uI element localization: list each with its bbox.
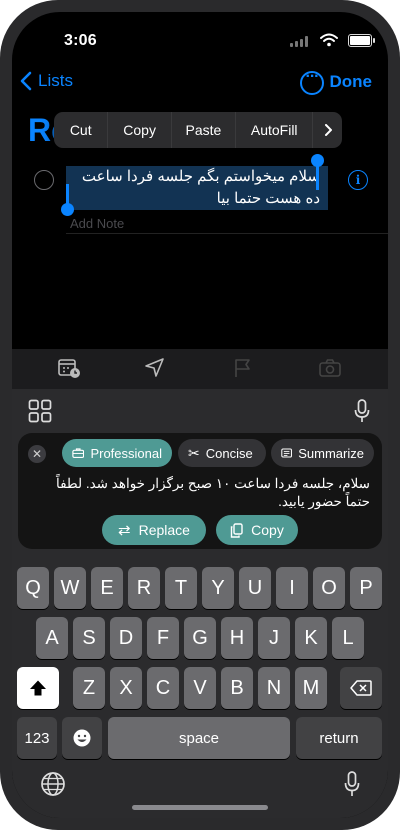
key-f[interactable]: F: [147, 617, 179, 659]
shift-icon: [30, 680, 46, 696]
keyboard: ✕ Professional ✂ Concise Summarize سلام،…: [12, 389, 388, 818]
tone-chip-concise[interactable]: ✂ Concise: [178, 439, 266, 467]
location-arrow-icon[interactable]: [143, 357, 167, 379]
back-label: Lists: [38, 71, 73, 90]
key-p[interactable]: P: [350, 567, 382, 609]
menu-next-button[interactable]: [313, 112, 342, 148]
microphone-icon[interactable]: [354, 399, 370, 423]
chevron-right-icon: [324, 124, 332, 136]
screen: 3:06 Lists Done Re Cut Copy Paste AutoFi…: [12, 12, 388, 818]
key-o[interactable]: O: [313, 567, 345, 609]
chevron-left-icon: [20, 71, 32, 91]
key-k[interactable]: K: [295, 617, 327, 659]
key-y[interactable]: Y: [202, 567, 234, 609]
dictation-mic-icon[interactable]: [344, 771, 360, 797]
key-w[interactable]: W: [54, 567, 86, 609]
key-x[interactable]: X: [110, 667, 142, 709]
key-t[interactable]: T: [165, 567, 197, 609]
wifi-icon: [320, 33, 338, 47]
completion-circle[interactable]: [34, 170, 54, 190]
copy-icon: [230, 522, 243, 538]
rewrite-result-text: سلام، جلسه فردا ساعت ۱۰ صبح برگزار خواهد…: [55, 476, 370, 509]
info-icon[interactable]: i: [348, 170, 368, 190]
done-button[interactable]: Done: [330, 72, 373, 92]
writing-tools-panel: ✕ Professional ✂ Concise Summarize سلام،…: [18, 433, 382, 549]
space-key[interactable]: space: [108, 717, 290, 759]
key-n[interactable]: N: [258, 667, 290, 709]
key-c[interactable]: C: [147, 667, 179, 709]
menu-item-paste[interactable]: Paste: [172, 112, 237, 148]
key-g[interactable]: G: [184, 617, 216, 659]
close-icon[interactable]: ✕: [28, 445, 46, 463]
calendar-clock-icon[interactable]: [57, 357, 81, 379]
tone-chip-professional[interactable]: Professional: [62, 439, 172, 467]
globe-icon[interactable]: [40, 771, 66, 797]
key-u[interactable]: U: [239, 567, 271, 609]
delete-key[interactable]: [340, 667, 382, 709]
back-button[interactable]: Lists: [20, 71, 73, 91]
menu-item-autofill[interactable]: AutoFill: [236, 112, 314, 148]
row-divider: [66, 233, 388, 234]
key-s[interactable]: S: [73, 617, 105, 659]
key-b[interactable]: B: [221, 667, 253, 709]
menu-item-copy[interactable]: Copy: [108, 112, 172, 148]
replace-button[interactable]: ⇄ Replace: [102, 515, 206, 545]
add-note-field[interactable]: Add Note: [70, 216, 124, 231]
battery-icon: [348, 34, 375, 47]
summary-doc-icon: [281, 448, 292, 458]
emoji-icon: [73, 729, 91, 747]
scissors-icon: ✂: [188, 444, 200, 461]
key-i[interactable]: I: [276, 567, 308, 609]
edit-menu: Cut Copy Paste AutoFill: [54, 112, 342, 148]
key-v[interactable]: V: [184, 667, 216, 709]
home-indicator[interactable]: [132, 805, 268, 810]
phone-frame: 3:06 Lists Done Re Cut Copy Paste AutoFi…: [0, 0, 400, 830]
key-e[interactable]: E: [91, 567, 123, 609]
apps-grid-icon[interactable]: [28, 399, 52, 423]
copy-label: Copy: [251, 522, 284, 538]
replace-icon: ⇄: [118, 522, 131, 539]
menu-item-cut[interactable]: Cut: [54, 112, 109, 148]
key-z[interactable]: Z: [73, 667, 105, 709]
return-key[interactable]: return: [296, 717, 382, 759]
briefcase-icon: [72, 448, 85, 459]
numbers-key[interactable]: 123: [17, 717, 57, 759]
chip-label: Summarize: [298, 445, 364, 461]
key-l[interactable]: L: [332, 617, 364, 659]
emoji-key[interactable]: [62, 717, 102, 759]
replace-label: Replace: [138, 522, 190, 538]
key-q[interactable]: Q: [17, 567, 49, 609]
key-j[interactable]: J: [258, 617, 290, 659]
status-time: 3:06: [64, 32, 97, 49]
reminder-toolbar: [12, 349, 388, 389]
more-options-icon[interactable]: [300, 68, 324, 95]
status-bar: 3:06: [12, 12, 388, 62]
chip-label: Professional: [90, 445, 162, 461]
key-a[interactable]: A: [36, 617, 68, 659]
backspace-icon: [350, 680, 372, 696]
shift-key[interactable]: [17, 667, 59, 709]
flag-icon: [235, 359, 250, 377]
reminder-text[interactable]: سلام میخواستم بگم جلسه فردا ساعت ده هست …: [66, 166, 320, 210]
key-r[interactable]: R: [128, 567, 160, 609]
reminder-row: سلام میخواستم بگم جلسه فردا ساعت ده هست …: [12, 154, 388, 234]
tone-chip-summarize[interactable]: Summarize: [271, 439, 374, 467]
key-d[interactable]: D: [110, 617, 142, 659]
copy-button[interactable]: Copy: [216, 515, 298, 545]
camera-icon: [319, 359, 341, 377]
selection-handle-end[interactable]: [311, 154, 324, 190]
chip-label: Concise: [205, 445, 253, 461]
nav-bar: Lists Done: [12, 68, 388, 100]
selection-handle-start[interactable]: [61, 184, 74, 216]
signal-icon: [290, 36, 310, 47]
key-m[interactable]: M: [295, 667, 327, 709]
key-h[interactable]: H: [221, 617, 253, 659]
